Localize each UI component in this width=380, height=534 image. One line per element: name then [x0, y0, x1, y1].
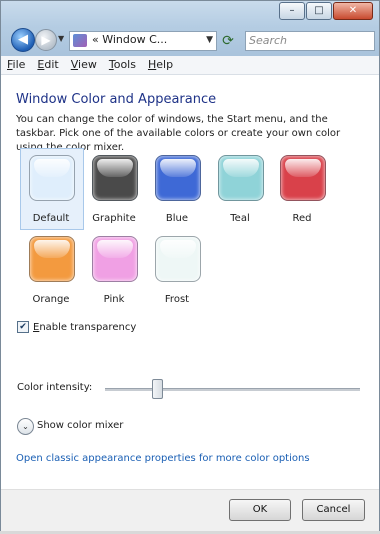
- swatch-label: Pink: [103, 294, 125, 305]
- color-swatch-tile[interactable]: [92, 155, 138, 201]
- swatch-teal[interactable]: Teal: [212, 151, 272, 231]
- back-button[interactable]: ◀: [11, 28, 35, 52]
- glass-shine: [223, 159, 259, 177]
- title-bar: – □ ✕ ◀ ▶ ▼ « Window C... ▼ ⟳ Search: [1, 1, 379, 56]
- transparency-label[interactable]: Enable transparency: [33, 322, 136, 333]
- search-placeholder: Search: [249, 34, 288, 47]
- back-arrow-icon: ◀: [18, 32, 28, 47]
- cancel-button[interactable]: Cancel: [302, 499, 365, 521]
- color-intensity-slider-track[interactable]: [105, 388, 360, 391]
- menu-view[interactable]: View: [65, 56, 103, 74]
- swatch-label: Teal: [230, 213, 250, 224]
- color-intensity-slider-thumb[interactable]: [152, 379, 163, 399]
- transparency-option[interactable]: ✔ Enable transparency: [17, 321, 136, 333]
- glass-shine: [34, 159, 70, 177]
- swatch-orange[interactable]: Orange: [23, 232, 83, 312]
- swatch-label: Frost: [164, 294, 190, 305]
- address-dropdown-icon[interactable]: ▼: [206, 35, 213, 45]
- glass-shine: [285, 159, 321, 177]
- color-swatch-tile[interactable]: [29, 155, 75, 201]
- color-swatch-tile[interactable]: [92, 236, 138, 282]
- menu-edit[interactable]: Edit: [31, 56, 64, 74]
- menu-file[interactable]: File: [1, 56, 31, 74]
- window: – □ ✕ ◀ ▶ ▼ « Window C... ▼ ⟳ Search Fil…: [0, 0, 380, 534]
- address-bar[interactable]: « Window C... ▼: [69, 31, 217, 51]
- swatch-default[interactable]: Default: [20, 148, 84, 231]
- color-swatch-tile[interactable]: [218, 155, 264, 201]
- color-swatch-tile[interactable]: [155, 236, 201, 282]
- glass-shine: [34, 240, 70, 258]
- color-swatch-tile[interactable]: [155, 155, 201, 201]
- menu-tools[interactable]: Tools: [103, 56, 142, 74]
- refresh-icon[interactable]: ⟳: [219, 32, 237, 50]
- menu-help[interactable]: Help: [142, 56, 179, 74]
- chevron-down-icon[interactable]: ⌄: [17, 418, 34, 435]
- swatch-blue[interactable]: Blue: [149, 151, 209, 231]
- swatch-pink[interactable]: Pink: [86, 232, 146, 312]
- recent-pages-dropdown-icon[interactable]: ▼: [58, 34, 64, 43]
- swatch-red[interactable]: Red: [274, 151, 334, 231]
- ok-button[interactable]: OK: [229, 499, 291, 521]
- classic-appearance-link[interactable]: Open classic appearance properties for m…: [16, 453, 310, 464]
- close-button[interactable]: ✕: [333, 2, 373, 20]
- show-color-mixer-label[interactable]: Show color mixer: [37, 420, 123, 431]
- forward-button[interactable]: ▶: [35, 29, 57, 51]
- maximize-button[interactable]: □: [306, 2, 332, 20]
- control-panel-icon: [73, 34, 87, 47]
- swatch-label: Default: [32, 213, 70, 224]
- swatch-frost[interactable]: Frost: [149, 232, 209, 312]
- glass-shine: [97, 240, 133, 258]
- glass-shine: [160, 159, 196, 177]
- swatch-label: Graphite: [92, 213, 136, 224]
- glass-shine: [97, 159, 133, 177]
- swatch-label: Blue: [165, 213, 189, 224]
- caption-buttons: – □ ✕: [279, 2, 373, 20]
- minimize-button[interactable]: –: [279, 2, 305, 20]
- dialog-footer: OK Cancel: [1, 489, 379, 533]
- search-input[interactable]: Search: [245, 31, 375, 51]
- color-swatch-tile[interactable]: [280, 155, 326, 201]
- menu-bar: File Edit View Tools Help: [1, 56, 379, 75]
- forward-arrow-icon: ▶: [41, 33, 51, 47]
- swatch-graphite[interactable]: Graphite: [86, 151, 146, 231]
- glass-shine: [160, 240, 196, 258]
- color-swatch-tile[interactable]: [29, 236, 75, 282]
- swatch-label: Red: [292, 213, 312, 224]
- page-title: Window Color and Appearance: [16, 92, 217, 107]
- swatch-label: Orange: [32, 294, 70, 305]
- color-intensity-label: Color intensity:: [17, 382, 93, 393]
- transparency-checkbox[interactable]: ✔: [17, 321, 29, 333]
- address-text: « Window C...: [92, 33, 168, 46]
